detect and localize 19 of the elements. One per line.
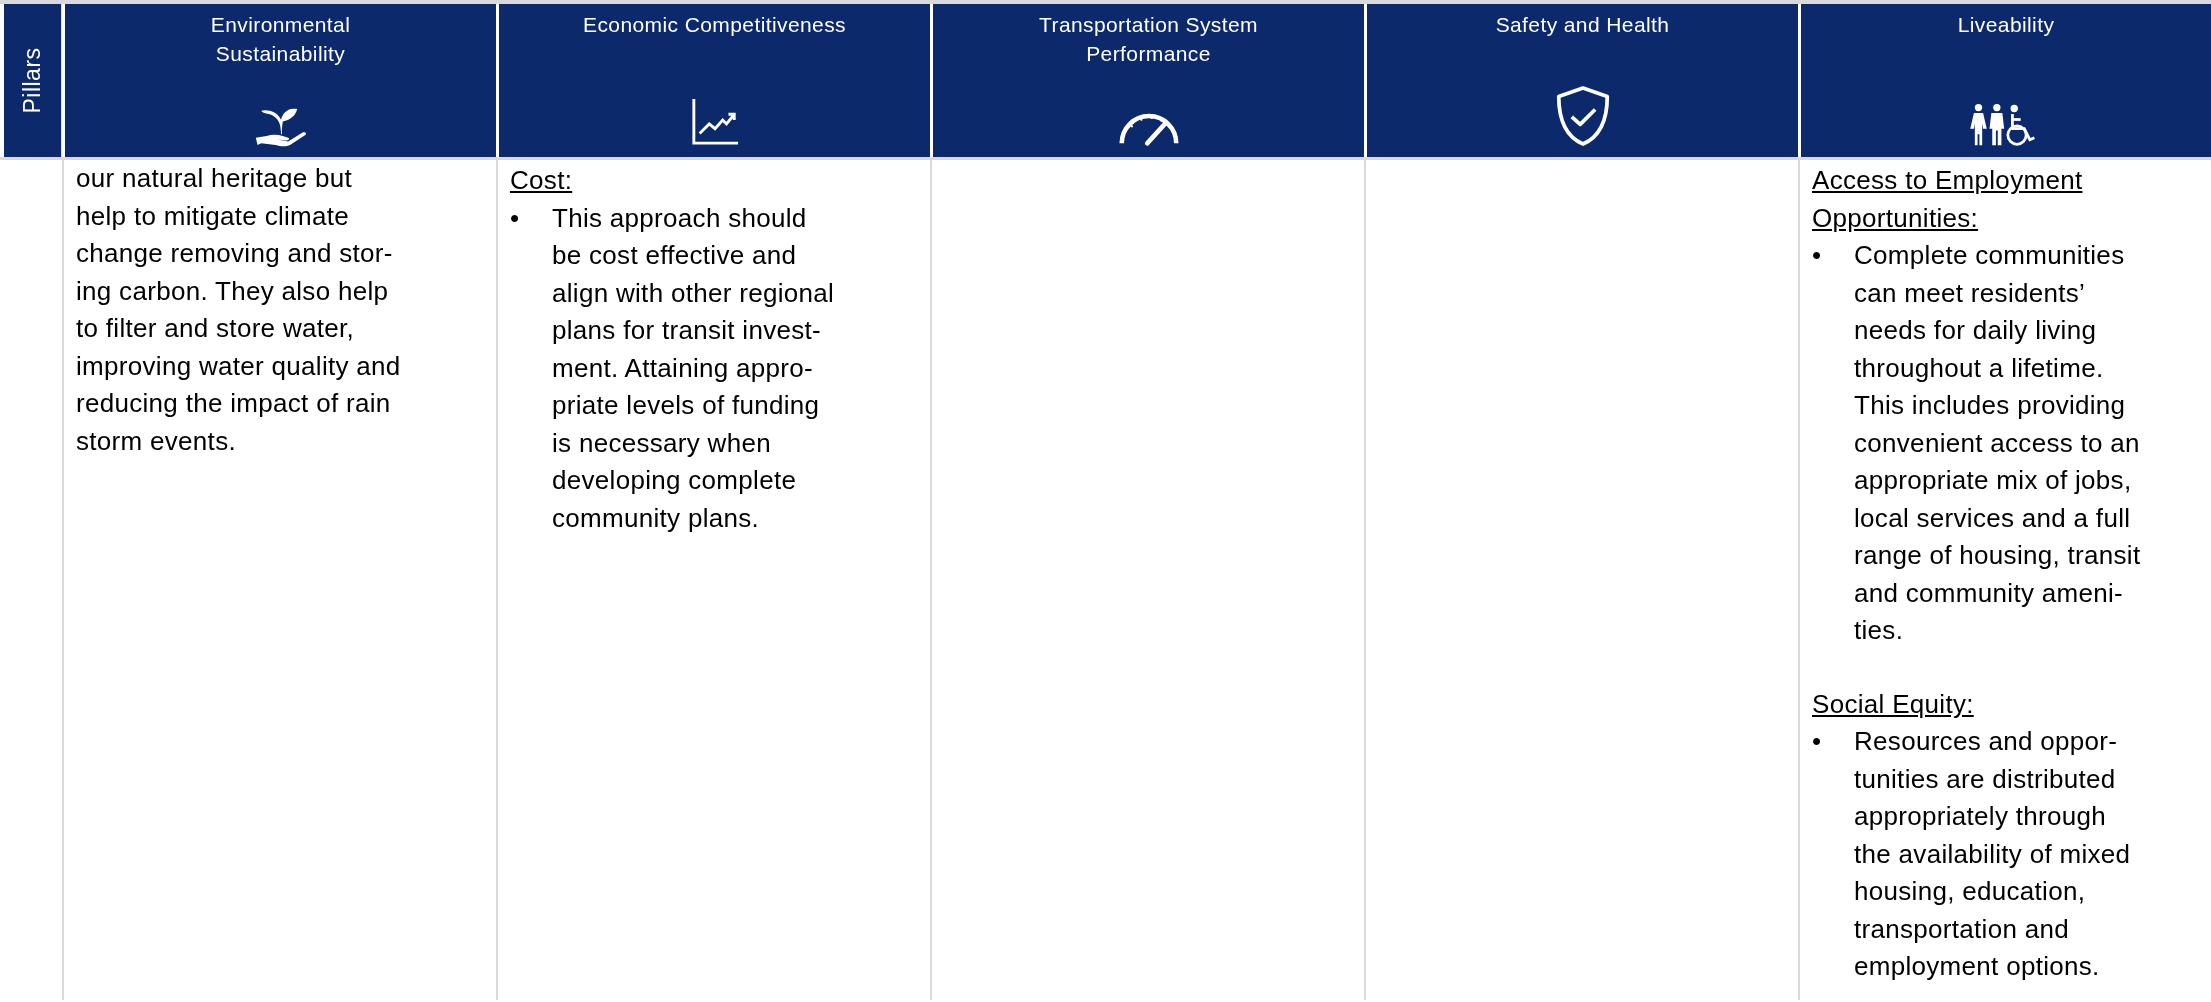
bullet-marker: • — [1812, 725, 1823, 758]
paragraph: our natural heritage but help to mitigate climate change removing and stor- ing carbon. They also help to filter and store water, improving water quality and reducing the impact of rain storm events. — [76, 162, 402, 458]
hand-plant-icon — [253, 107, 308, 147]
topic-heading: Social Equity: — [1812, 687, 1975, 721]
bullet-marker: • — [1812, 239, 1823, 272]
bullet-text: This approach should be cost effective and align with other regional plans for transit invest- ment. Attaining appro- priate levels of funding is necessary when developing complete community plans. — [552, 201, 835, 535]
topic-heading: Access to Employment Opportunities: — [1812, 164, 2084, 235]
bullet-text: Resources and oppor- tunities are distributed appropriately through the availability of mixed housing, education, transportation and employment options. — [1854, 725, 2131, 983]
bullet-marker: • — [510, 201, 521, 235]
column-header: Economic Competitiveness — [583, 12, 846, 38]
column-header: Environmental Sustainability — [209, 12, 352, 67]
topic-heading: Cost: — [510, 164, 574, 197]
column-header: Transportation System Performance — [1038, 12, 1259, 67]
column-header: Liveability — [1957, 12, 2055, 38]
column-header: Safety and Health — [1495, 12, 1670, 38]
line-chart-icon — [689, 97, 740, 147]
shield-check-icon — [1554, 85, 1611, 147]
row-label: Pillars — [19, 47, 46, 114]
bullet-text: Complete communities can meet residents’ needs for daily living throughout a lifetime. This includes providing convenient access to an appropriate mix of jobs, local services and a full range of housing, transit and community ameni- ties. — [1854, 239, 2141, 647]
